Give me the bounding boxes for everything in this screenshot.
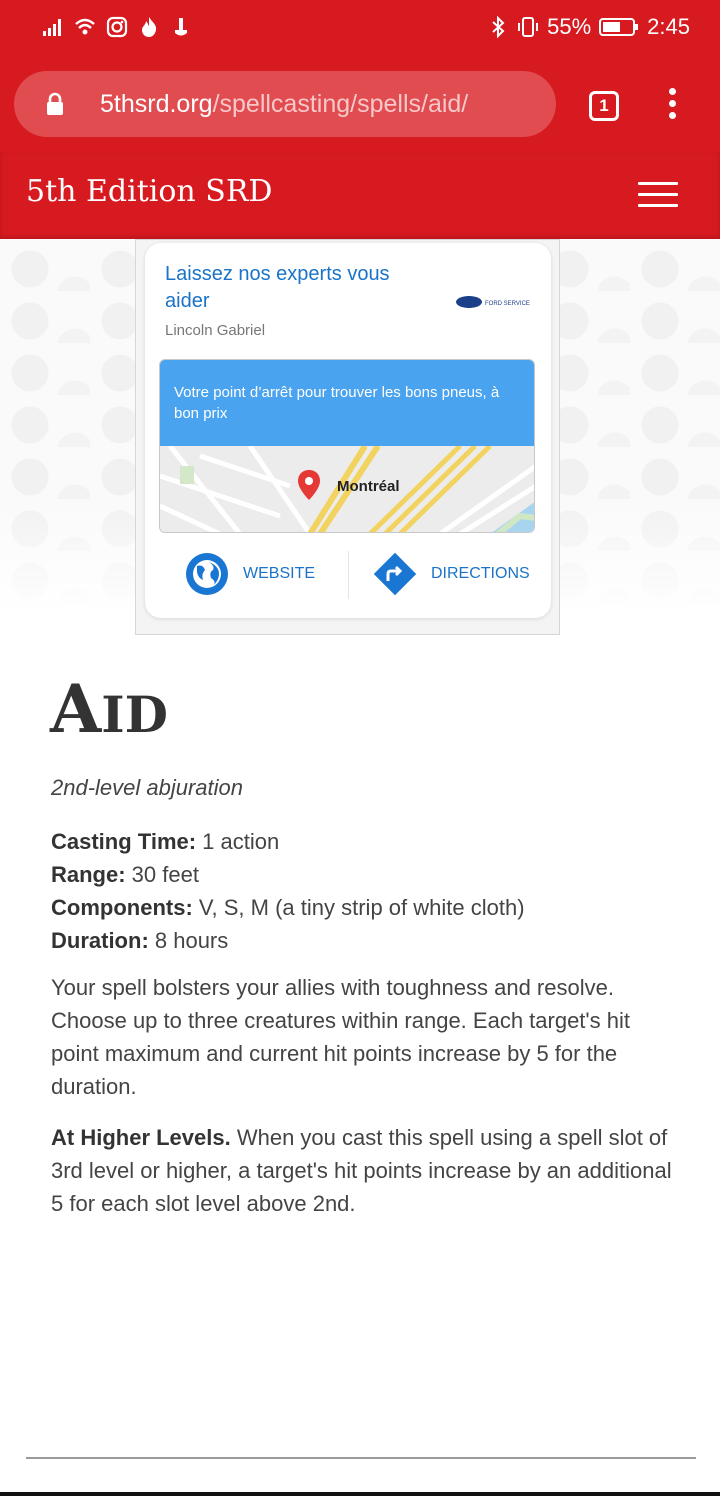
instagram-icon [106,16,128,38]
range-row: Range: 30 feet [51,858,525,891]
overflow-menu-icon[interactable] [664,88,680,122]
higher-levels-label: At Higher Levels. [51,1125,231,1150]
spell-title-initial: A [50,670,102,748]
ad-banner-text: Votre point d’arrêt pour trouver les bon… [174,384,500,422]
higher-levels-paragraph: At Higher Levels. When you cast this spe… [51,1121,681,1220]
directions-icon [373,552,417,596]
spell-title-rest: ID [101,685,168,744]
wifi-icon [75,18,95,35]
spell-stats: Casting Time: 1 action Range: 30 feet Co… [51,825,525,957]
bluetooth-icon [492,16,505,38]
url-path: /spellcasting/spells/aid/ [212,90,469,118]
status-bar: 55% 2:45 [0,0,720,58]
ad-card[interactable]: Laissez nos experts vous aider FORD SERV… [145,243,551,618]
ad-map-banner: Votre point d’arrêt pour trouver les bon… [160,360,534,446]
spell-school: 2nd-level abjuration [51,775,244,800]
svg-text:FORD SERVICE: FORD SERVICE [485,301,530,307]
directions-button[interactable]: DIRECTIONS [373,549,530,599]
usb-icon [175,18,187,36]
browser-toolbar: 5thsrd.org/spellcasting/spells/aid/ 1 [0,58,720,152]
fire-icon [142,17,157,37]
spell-description: Your spell bolsters your allies with tou… [51,975,630,1099]
range-label: Range: [51,862,126,887]
duration-row: Duration: 8 hours [51,924,525,957]
status-icons-right: 55% 2:45 [487,14,690,40]
ford-service-logo: FORD SERVICE [456,296,530,308]
lock-icon [47,92,63,115]
components-value: V, S, M (a tiny strip of white cloth) [192,895,525,920]
signal-icon [43,19,61,36]
components-label: Components: [51,895,193,920]
ad-actions: WEBSITE DIRECTIONS [145,549,551,599]
map-pin-icon [298,470,320,500]
casting-time-row: Casting Time: 1 action [51,825,525,858]
battery-icon [599,18,639,36]
casting-time-label: Casting Time: [51,829,197,854]
directions-label: DIRECTIONS [431,565,530,582]
map-city-label: Montréal [337,478,400,495]
address-bar[interactable]: 5thsrd.org/spellcasting/spells/aid/ [14,71,556,137]
casting-time-value: 1 action [196,829,280,854]
tab-switcher-button[interactable]: 1 [589,91,619,121]
url-text: 5thsrd.org/spellcasting/spells/aid/ [100,90,468,119]
duration-label: Duration: [51,928,149,953]
bottom-edge [0,1492,720,1496]
duration-value: 8 hours [148,928,229,953]
ad-actions-divider [348,551,349,599]
website-label: WEBSITE [243,565,316,582]
clock: 2:45 [647,14,690,39]
ad-advertiser: Lincoln Gabriel [165,322,266,339]
globe-icon [186,553,228,595]
ad-map-panel[interactable]: Votre point d’arrêt pour trouver les bon… [159,359,535,533]
hamburger-menu-icon[interactable] [638,182,678,208]
range-value: 30 feet [125,862,199,887]
website-button[interactable]: WEBSITE [185,549,315,599]
components-row: Components: V, S, M (a tiny strip of whi… [51,891,525,924]
vibrate-icon [518,17,539,37]
status-icons-left [42,16,192,38]
url-domain: 5thsrd.org [100,90,213,118]
site-header: 5th Edition SRD [0,152,720,239]
ad-headline[interactable]: Laissez nos experts vous aider [165,261,435,315]
battery-percent: 55% [547,14,592,39]
spell-title: AID [50,676,168,742]
site-title[interactable]: 5th Edition SRD [26,174,272,209]
footer-divider [26,1457,696,1459]
